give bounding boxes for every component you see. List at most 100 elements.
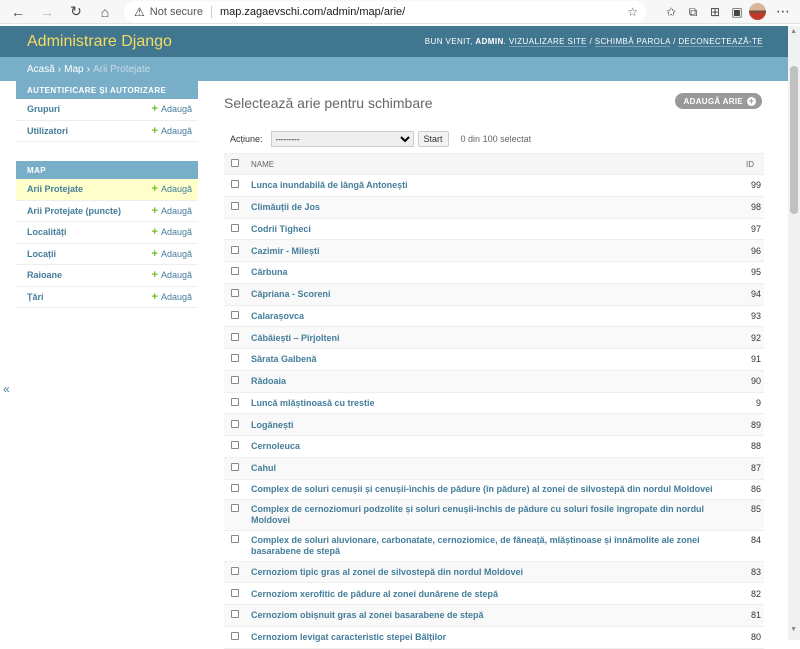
row-name-link[interactable]: Calarașovca bbox=[248, 305, 724, 328]
add-link[interactable]: + Adaugă bbox=[152, 205, 192, 217]
more-menu-icon[interactable]: ⋯ bbox=[776, 3, 790, 20]
extensions-icon[interactable]: ⊞ bbox=[706, 3, 724, 21]
add-arie-button[interactable]: ADAUGĂ ARIE + bbox=[674, 93, 762, 109]
model-link[interactable]: Raioane bbox=[27, 270, 62, 280]
add-link[interactable]: + Adaugă bbox=[152, 103, 192, 115]
column-header-id[interactable]: ID bbox=[724, 153, 764, 175]
row-checkbox[interactable] bbox=[231, 223, 239, 232]
model-link[interactable]: Arii Protejate bbox=[27, 184, 83, 194]
row-name-link[interactable]: Căbăiești – Pîrjolteni bbox=[248, 326, 724, 349]
table-row: Luncă mlăștinoasă cu trestie 9 bbox=[224, 392, 764, 415]
row-select-cell bbox=[224, 370, 248, 393]
actions-bar: Acțiune: --------- Start 0 din 100 selec… bbox=[230, 129, 531, 149]
row-id: 99 bbox=[724, 174, 764, 197]
add-link[interactable]: + Adaugă bbox=[152, 183, 192, 195]
row-checkbox[interactable] bbox=[231, 610, 239, 619]
add-link[interactable]: + Adaugă bbox=[152, 125, 192, 137]
row-name-link[interactable]: Cahul bbox=[248, 457, 724, 480]
model-link[interactable]: Localități bbox=[27, 227, 67, 237]
row-checkbox[interactable] bbox=[231, 397, 239, 406]
row-name-link[interactable]: Codrii Tigheci bbox=[248, 218, 724, 241]
row-checkbox[interactable] bbox=[231, 267, 239, 276]
model-link[interactable]: Arii Protejate (puncte) bbox=[27, 206, 121, 216]
collapse-sidebar-icon[interactable]: « bbox=[3, 382, 10, 396]
row-checkbox[interactable] bbox=[231, 245, 239, 254]
address-bar[interactable]: ⚠ Not secure map.zagaevschi.com/admin/ma… bbox=[124, 1, 646, 23]
model-link[interactable]: Grupuri bbox=[27, 104, 60, 114]
scroll-up-arrow-icon[interactable]: ▲ bbox=[790, 28, 797, 35]
change-password-link[interactable]: SCHIMBĂ PAROLA bbox=[594, 37, 671, 47]
row-name-link[interactable]: Cernoziom levigat caracteristic stepei B… bbox=[248, 626, 724, 649]
row-checkbox[interactable] bbox=[231, 566, 239, 575]
column-header-name[interactable]: NAME bbox=[248, 153, 724, 175]
favorites-icon[interactable]: ✩ bbox=[662, 3, 680, 21]
row-name-link[interactable]: Cernoziom xerofitic de pădure al zonei d… bbox=[248, 582, 724, 605]
add-link[interactable]: + Adaugă bbox=[152, 226, 192, 238]
row-checkbox[interactable] bbox=[231, 310, 239, 319]
breadcrumb-current: Arii Protejate bbox=[92, 63, 151, 75]
module-caption[interactable]: AUTENTIFICARE ȘI AUTORIZARE bbox=[16, 81, 198, 99]
profile-avatar[interactable] bbox=[749, 3, 766, 20]
add-label: Adaugă bbox=[160, 104, 192, 115]
page-scrollbar[interactable] bbox=[788, 26, 800, 640]
reload-icon[interactable]: ↻ bbox=[65, 1, 87, 23]
go-button[interactable]: Start bbox=[417, 131, 449, 147]
action-select[interactable]: --------- bbox=[270, 131, 414, 147]
scroll-down-arrow-icon[interactable]: ▼ bbox=[790, 626, 797, 633]
row-name-link[interactable]: Climăuții de Jos bbox=[248, 196, 724, 219]
table-row: Cernoziom levigat caracteristic stepei B… bbox=[224, 626, 764, 649]
row-name-link[interactable]: Rădoaia bbox=[248, 370, 724, 393]
row-checkbox[interactable] bbox=[231, 419, 239, 428]
row-checkbox[interactable] bbox=[231, 289, 239, 298]
row-name-link[interactable]: Complex de cernoziomuri podzolite și sol… bbox=[248, 499, 724, 531]
row-name-link[interactable]: Cernoleuca bbox=[248, 435, 724, 458]
row-name-link[interactable]: Complex de soluri aluvionare, carbonatat… bbox=[248, 530, 724, 562]
url-text[interactable]: map.zagaevschi.com/admin/map/arie/ bbox=[220, 6, 405, 18]
row-name-link[interactable]: Cărbuna bbox=[248, 261, 724, 284]
scrollbar-thumb[interactable] bbox=[790, 66, 798, 214]
logout-link[interactable]: DECONECTEAZĂ-TE bbox=[678, 37, 763, 47]
row-name-link[interactable]: Complex de soluri cenușii și cenușii-înc… bbox=[248, 479, 724, 500]
collections-icon[interactable]: ⧉ bbox=[684, 3, 702, 21]
row-checkbox[interactable] bbox=[231, 534, 239, 543]
row-name-link[interactable]: Căpriana - Scoreni bbox=[248, 283, 724, 306]
select-all-checkbox[interactable] bbox=[231, 159, 239, 167]
row-checkbox[interactable] bbox=[231, 441, 239, 450]
row-checkbox[interactable] bbox=[231, 202, 239, 211]
row-checkbox[interactable] bbox=[231, 483, 239, 492]
row-checkbox[interactable] bbox=[231, 463, 239, 472]
home-icon[interactable]: ⌂ bbox=[94, 1, 116, 23]
breadcrumb-home[interactable]: Acasă bbox=[27, 64, 55, 75]
row-name-link[interactable]: Luncă mlăștinoasă cu trestie bbox=[248, 392, 724, 415]
row-name-link[interactable]: Sărata Galbenă bbox=[248, 348, 724, 371]
row-checkbox[interactable] bbox=[231, 354, 239, 363]
row-checkbox[interactable] bbox=[231, 588, 239, 597]
sidebar-item-raioane: Raioane + Adaugă bbox=[16, 265, 198, 287]
model-link[interactable]: Locații bbox=[27, 249, 56, 259]
row-checkbox[interactable] bbox=[231, 503, 239, 512]
row-name-link[interactable]: Cazimir - Milești bbox=[248, 239, 724, 262]
bookmark-star-icon[interactable]: ☆ bbox=[627, 5, 638, 19]
row-select-cell bbox=[224, 604, 248, 627]
row-name-link[interactable]: Logănești bbox=[248, 413, 724, 436]
add-link[interactable]: + Adaugă bbox=[152, 291, 192, 303]
site-branding[interactable]: Administrare Django bbox=[27, 33, 172, 51]
module-caption[interactable]: MAP bbox=[16, 161, 198, 179]
breadcrumb-app[interactable]: Map bbox=[64, 64, 83, 75]
row-checkbox[interactable] bbox=[231, 180, 239, 189]
plus-icon: + bbox=[151, 103, 158, 116]
row-checkbox[interactable] bbox=[231, 332, 239, 341]
model-link[interactable]: Utilizatori bbox=[27, 126, 68, 136]
add-link[interactable]: + Adaugă bbox=[152, 269, 192, 281]
back-icon[interactable]: ← bbox=[7, 1, 29, 23]
row-name-link[interactable]: Lunca inundabilă de lângă Antonești bbox=[248, 174, 724, 197]
row-name-link[interactable]: Cernoziom tipic gras al zonei de silvost… bbox=[248, 561, 724, 584]
row-name-link[interactable]: Cernoziom obișnuit gras al zonei basarab… bbox=[248, 604, 724, 627]
tab-actions-icon[interactable]: ▣ bbox=[728, 3, 746, 21]
add-link[interactable]: + Adaugă bbox=[152, 248, 192, 260]
row-checkbox[interactable] bbox=[231, 376, 239, 385]
model-link[interactable]: Țări bbox=[27, 292, 44, 302]
view-site-link[interactable]: VIZUALIZARE SITE bbox=[508, 37, 587, 47]
forward-icon[interactable]: → bbox=[36, 1, 58, 23]
row-checkbox[interactable] bbox=[231, 632, 239, 641]
